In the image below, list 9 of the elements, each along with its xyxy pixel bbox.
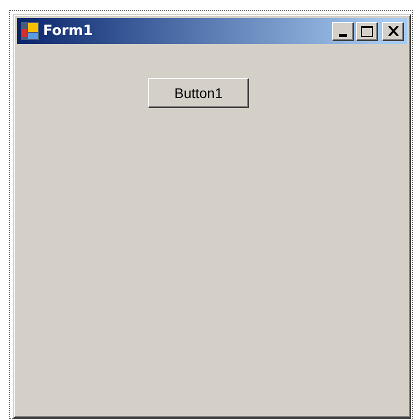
minimize-button[interactable] xyxy=(332,22,354,40)
app-icon xyxy=(21,22,39,40)
close-button[interactable] xyxy=(382,22,404,40)
close-icon xyxy=(388,26,398,36)
maximize-button[interactable] xyxy=(356,22,378,40)
form-button[interactable]: Button1 xyxy=(148,78,249,108)
maximize-icon xyxy=(361,26,373,36)
minimize-icon xyxy=(339,34,347,36)
window-title: Form1 xyxy=(43,22,94,40)
